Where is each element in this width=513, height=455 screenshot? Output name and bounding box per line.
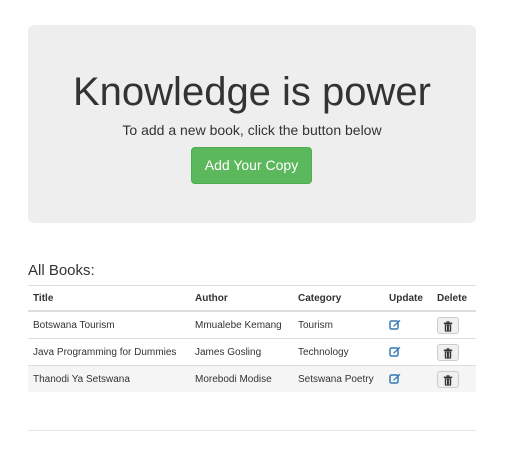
delete-cell bbox=[432, 310, 476, 339]
table-row: Botswana Tourism Mmualebe Kemang Tourism bbox=[28, 310, 476, 339]
column-header-author: Author bbox=[190, 285, 293, 312]
column-header-update: Update bbox=[384, 285, 432, 312]
column-header-category: Category bbox=[293, 285, 384, 312]
update-cell bbox=[384, 365, 432, 392]
page: Knowledge is power To add a new book, cl… bbox=[0, 0, 513, 455]
book-author-cell: Mmualebe Kemang bbox=[190, 310, 293, 339]
table-header-row: Title Author Category Update Delete bbox=[28, 285, 476, 312]
book-category-cell: Technology bbox=[293, 338, 384, 366]
all-books-heading: All Books: bbox=[28, 262, 95, 279]
add-your-copy-button[interactable]: Add Your Copy bbox=[191, 147, 312, 184]
book-title-cell: Thanodi Ya Setswana bbox=[28, 365, 190, 392]
jumbotron-title: Knowledge is power bbox=[73, 70, 431, 114]
books-table: Title Author Category Update Delete Bots… bbox=[28, 285, 476, 392]
delete-cell bbox=[432, 365, 476, 392]
book-author-cell: James Gosling bbox=[190, 338, 293, 366]
update-cell bbox=[384, 338, 432, 366]
delete-button[interactable] bbox=[437, 370, 459, 388]
jumbotron: Knowledge is power To add a new book, cl… bbox=[28, 25, 476, 223]
footer-divider bbox=[28, 430, 476, 431]
edit-icon[interactable] bbox=[389, 346, 401, 358]
column-header-title: Title bbox=[28, 285, 190, 312]
book-category-cell: Tourism bbox=[293, 310, 384, 339]
table-row: Java Programming for Dummies James Gosli… bbox=[28, 338, 476, 366]
book-category-cell: Setswana Poetry bbox=[293, 365, 384, 392]
jumbotron-subtitle: To add a new book, click the button belo… bbox=[122, 122, 382, 138]
trash-icon bbox=[438, 347, 458, 359]
delete-cell bbox=[432, 338, 476, 366]
edit-icon[interactable] bbox=[389, 373, 401, 385]
update-cell bbox=[384, 310, 432, 339]
book-author-cell: Morebodi Modise bbox=[190, 365, 293, 392]
delete-button[interactable] bbox=[437, 316, 459, 334]
delete-button[interactable] bbox=[437, 343, 459, 361]
table-row: Thanodi Ya Setswana Morebodi Modise Sets… bbox=[28, 365, 476, 392]
book-title-cell: Java Programming for Dummies bbox=[28, 338, 190, 366]
trash-icon bbox=[438, 320, 458, 332]
edit-icon[interactable] bbox=[389, 319, 401, 331]
column-header-delete: Delete bbox=[432, 285, 476, 312]
trash-icon bbox=[438, 374, 458, 386]
book-title-cell: Botswana Tourism bbox=[28, 310, 190, 339]
